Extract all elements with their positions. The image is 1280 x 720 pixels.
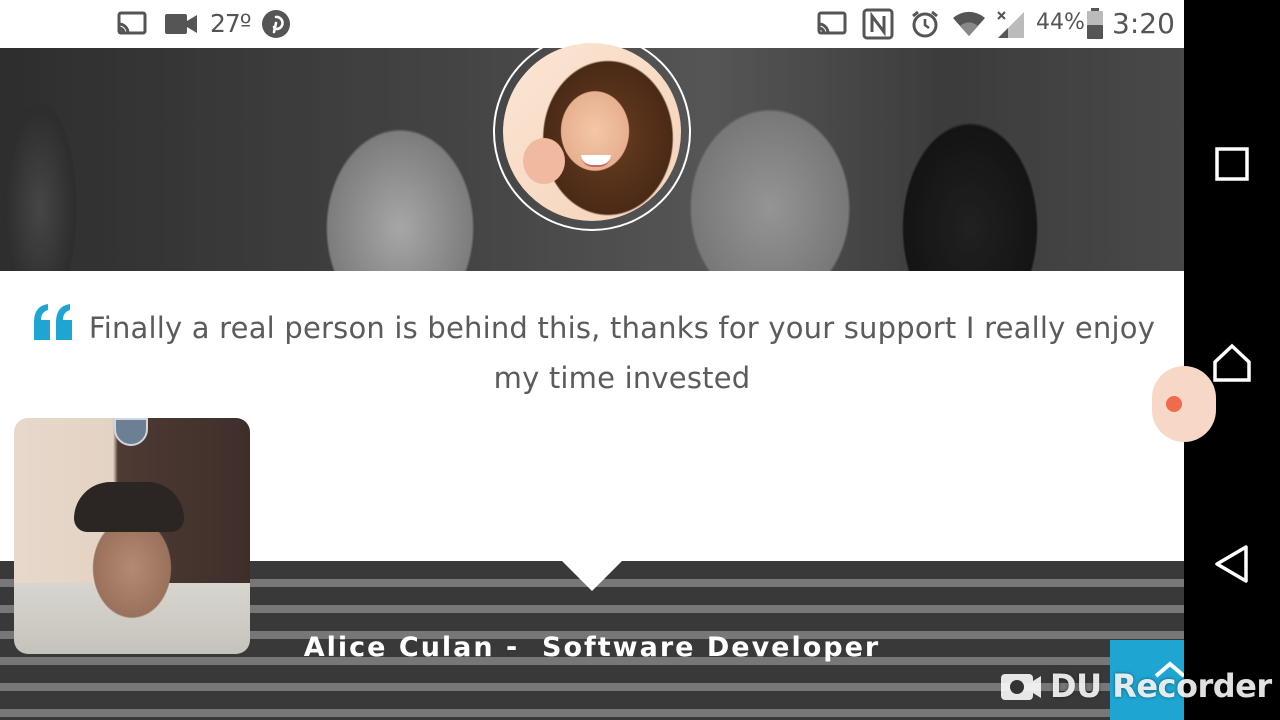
recorder-watermark: DU Recorder	[1000, 664, 1272, 708]
wifi-icon	[953, 11, 985, 37]
signal-icon	[997, 11, 1024, 38]
cast-icon	[817, 11, 847, 35]
camera-icon	[1001, 674, 1041, 700]
card-pointer	[562, 561, 622, 591]
alarm-icon	[912, 10, 938, 38]
recorder-floating-button[interactable]	[1152, 366, 1216, 442]
clock: 3:20	[1112, 7, 1175, 40]
testimonial-avatar	[503, 43, 681, 221]
recents-button[interactable]	[1212, 144, 1252, 184]
home-button[interactable]	[1212, 342, 1252, 382]
video-camera-icon	[165, 14, 197, 34]
quote-icon	[34, 304, 72, 340]
pinterest-icon	[262, 10, 290, 38]
avatar-smile	[581, 155, 611, 167]
webcam-person	[74, 482, 184, 532]
back-button[interactable]	[1212, 544, 1252, 584]
battery-icon	[1087, 8, 1103, 39]
nfc-icon	[862, 8, 894, 40]
record-dot-icon	[1166, 396, 1182, 412]
watermark-text: DU Recorder	[1050, 667, 1272, 705]
wall-clock	[114, 418, 148, 446]
webcam-overlay[interactable]	[14, 418, 250, 654]
battery-percent: 44%	[1036, 10, 1085, 35]
android-nav-bar	[1184, 0, 1280, 720]
testimonial-quote: Finally a real person is behind this, th…	[88, 311, 1156, 395]
temperature: 27º	[210, 9, 252, 38]
cast-icon	[117, 11, 147, 35]
avatar-hand	[523, 138, 565, 184]
